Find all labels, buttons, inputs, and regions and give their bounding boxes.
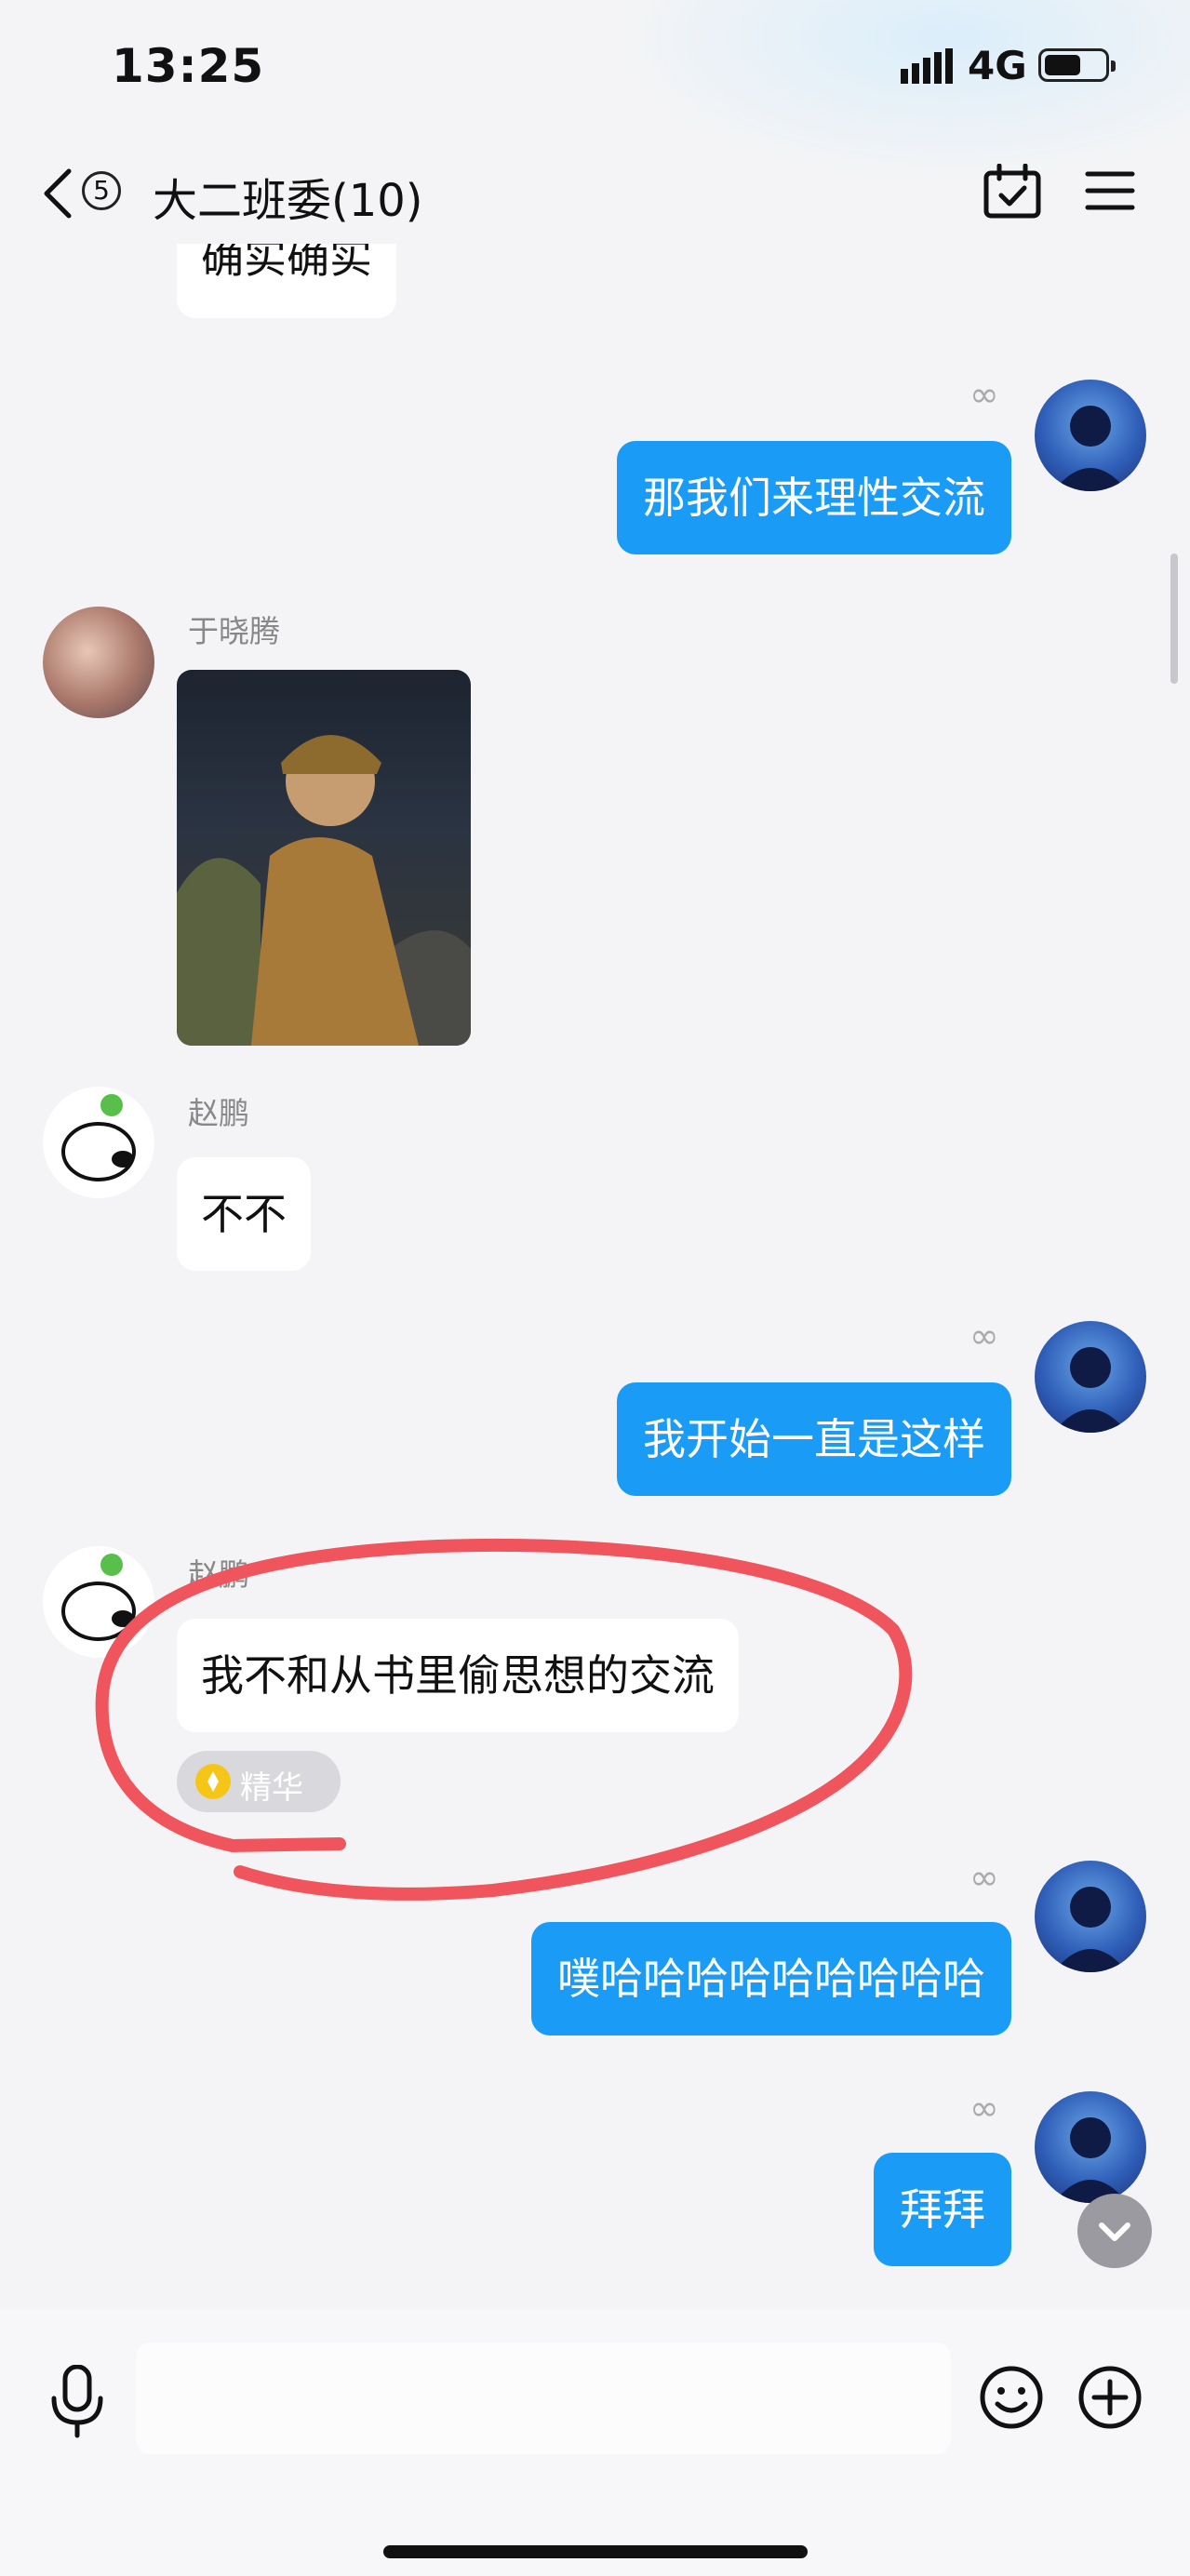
message-bubble[interactable]: 我不和从书里偷思想的交流 — [177, 1619, 739, 1732]
essence-icon — [195, 1764, 231, 1799]
mic-icon[interactable] — [47, 2365, 108, 2439]
home-indicator — [383, 2545, 808, 2558]
input-bar — [0, 2309, 1190, 2576]
message-bubble[interactable]: 那我们来理性交流 — [617, 441, 1011, 554]
message-bubble[interactable]: 不不 — [177, 1157, 311, 1271]
message-bubble[interactable]: 拜拜 — [874, 2153, 1011, 2266]
avatar[interactable] — [1035, 2091, 1146, 2203]
avatar[interactable] — [1035, 1321, 1146, 1433]
essence-tag[interactable]: 精华 — [177, 1751, 341, 1812]
red-circle-annotation — [95, 1538, 913, 1901]
chevron-down-icon — [1099, 2222, 1130, 2241]
loop-icon: ∞ — [969, 1857, 999, 1898]
image-message[interactable] — [177, 670, 471, 1046]
avatar[interactable] — [43, 607, 154, 718]
avatar[interactable] — [1035, 1861, 1146, 1972]
message-bubble[interactable]: 我开始一直是这样 — [617, 1382, 1011, 1496]
signal-icon — [901, 48, 953, 84]
avatar[interactable] — [1035, 380, 1146, 491]
calendar-check-icon[interactable] — [983, 164, 1042, 220]
status-bar: 13:25 4G — [0, 0, 1190, 140]
sender-name: 于晓腾 — [188, 613, 280, 649]
loop-icon: ∞ — [969, 2088, 999, 2129]
menu-icon[interactable] — [1085, 169, 1135, 212]
sender-name: 赵鹏 — [188, 1095, 249, 1131]
message-bubble[interactable]: 噗哈哈哈哈哈哈哈哈哈 — [531, 1922, 1011, 2035]
message-list[interactable]: 确实确实 ∞ 那我们来理性交流 于晓腾 赵鹏 不不 ∞ 我开始一直是这样 赵鹏 … — [0, 244, 1190, 2309]
chat-header: 5 大二班委(10) — [0, 140, 1190, 244]
avatar[interactable] — [43, 1546, 154, 1658]
loop-icon: ∞ — [969, 374, 999, 415]
loop-icon: ∞ — [969, 1315, 999, 1356]
avatar[interactable] — [43, 1087, 154, 1198]
emoji-icon[interactable] — [979, 2365, 1044, 2430]
status-time: 13:25 — [112, 39, 265, 93]
message-input[interactable] — [136, 2342, 951, 2454]
scrollbar[interactable] — [1170, 554, 1178, 684]
scroll-down-button[interactable] — [1077, 2194, 1152, 2268]
essence-label: 精华 — [240, 1769, 303, 1807]
network-type: 4G — [968, 43, 1027, 88]
back-icon[interactable] — [39, 167, 76, 220]
message-bubble[interactable]: 确实确实 — [177, 244, 396, 318]
chat-title[interactable]: 大二班委(10) — [153, 164, 423, 229]
unread-count-badge[interactable]: 5 — [82, 171, 121, 210]
plus-icon[interactable] — [1077, 2365, 1143, 2430]
battery-icon — [1038, 48, 1116, 82]
sender-name: 赵鹏 — [188, 1556, 249, 1593]
